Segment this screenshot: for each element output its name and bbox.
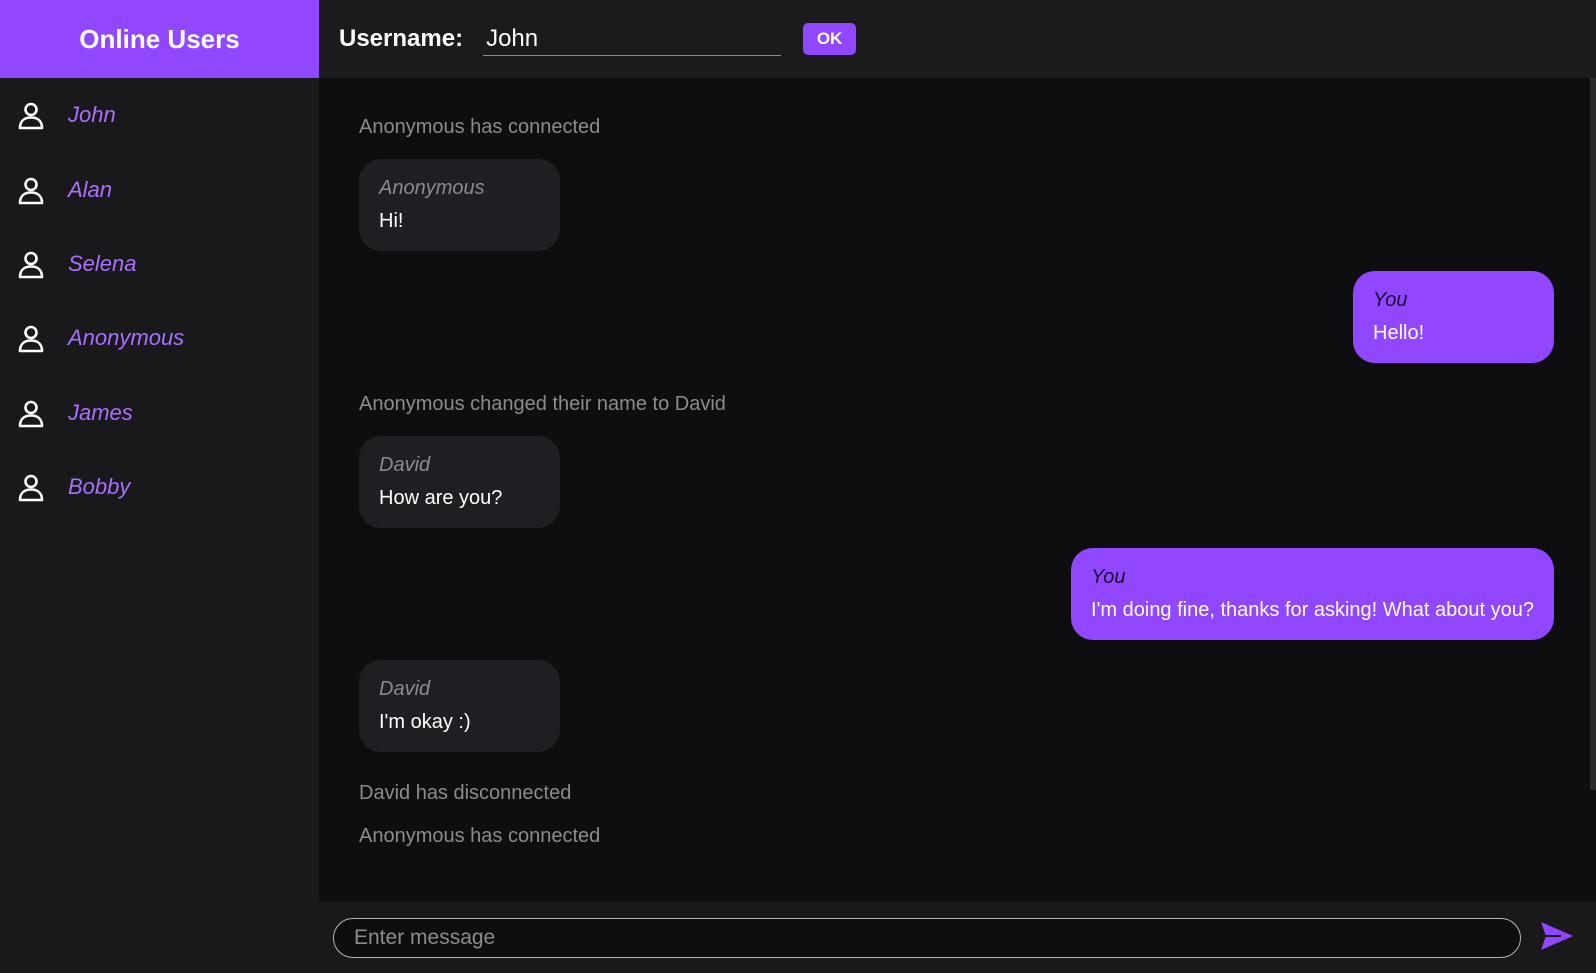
user-icon: [16, 398, 46, 428]
user-icon: [16, 472, 46, 502]
system-message: Anonymous changed their name to David: [359, 393, 726, 415]
outgoing-message-bubble: You I'm doing fine, thanks for asking! W…: [1071, 548, 1554, 640]
system-message: Anonymous has connected: [359, 825, 601, 847]
user-name: Bobby: [68, 474, 131, 500]
message-row-in: David How are you?: [359, 436, 1554, 528]
user-name: John: [68, 102, 116, 128]
user-name: Selena: [68, 250, 137, 276]
message-text: How are you?: [379, 487, 503, 509]
message-composer: [319, 902, 1596, 973]
user-item-selena[interactable]: Selena: [0, 227, 319, 301]
user-item-james[interactable]: James: [0, 376, 319, 450]
send-button[interactable]: [1537, 918, 1577, 958]
incoming-message-bubble: Anonymous Hi!: [359, 159, 560, 251]
incoming-message-bubble: David How are you?: [359, 436, 560, 528]
user-name: Anonymous: [68, 325, 185, 351]
message-author: David: [379, 454, 431, 476]
username-input[interactable]: [483, 22, 782, 56]
user-item-alan[interactable]: Alan: [0, 152, 319, 226]
user-item-john[interactable]: John: [0, 78, 319, 152]
message-text: I'm doing fine, thanks for asking! What …: [1091, 599, 1534, 621]
message-row-in: Anonymous Hi!: [359, 159, 1554, 251]
system-message: David has disconnected: [359, 782, 572, 804]
user-icon: [16, 249, 46, 279]
user-item-anonymous[interactable]: Anonymous: [0, 301, 319, 375]
message-author: You: [1091, 566, 1126, 588]
message-text: I'm okay :): [379, 711, 471, 733]
user-list: John Alan Selena Anonymous James Bobby: [0, 78, 319, 524]
ok-button[interactable]: OK: [803, 23, 857, 55]
user-name: Alan: [68, 176, 113, 202]
message-row-in: David I'm okay :): [359, 660, 1554, 752]
sidebar-header: Online Users: [0, 0, 319, 78]
message-text: Hello!: [1373, 322, 1425, 344]
message-list[interactable]: Anonymous has connected Anonymous Hi! Yo…: [319, 78, 1596, 973]
online-users-sidebar: Online Users John Alan Selena Anonymous …: [0, 0, 319, 973]
user-icon: [16, 100, 46, 130]
system-message: Anonymous has connected: [359, 116, 601, 138]
user-item-bobby[interactable]: Bobby: [0, 450, 319, 524]
message-author: David: [379, 678, 431, 700]
sidebar-title: Online Users: [79, 23, 240, 54]
chat-app: Online Users John Alan Selena Anonymous …: [0, 0, 1596, 973]
scrollbar[interactable]: [1590, 78, 1596, 790]
outgoing-message-bubble: You Hello!: [1353, 271, 1554, 363]
chat-main: Username: OK Anonymous has connected Ano…: [319, 0, 1596, 973]
message-row-out: You I'm doing fine, thanks for asking! W…: [359, 548, 1554, 640]
incoming-message-bubble: David I'm okay :): [359, 660, 560, 752]
message-row-out: You Hello!: [359, 271, 1554, 363]
username-label: Username:: [339, 25, 464, 52]
message-author: You: [1373, 289, 1408, 311]
send-icon: [1539, 920, 1575, 955]
message-author: Anonymous: [379, 177, 485, 199]
user-icon: [16, 175, 46, 205]
message-text: Hi!: [379, 210, 404, 232]
message-input[interactable]: [333, 917, 1521, 958]
username-bar: Username: OK: [319, 0, 1596, 78]
user-icon: [16, 323, 46, 353]
user-name: James: [68, 399, 133, 425]
